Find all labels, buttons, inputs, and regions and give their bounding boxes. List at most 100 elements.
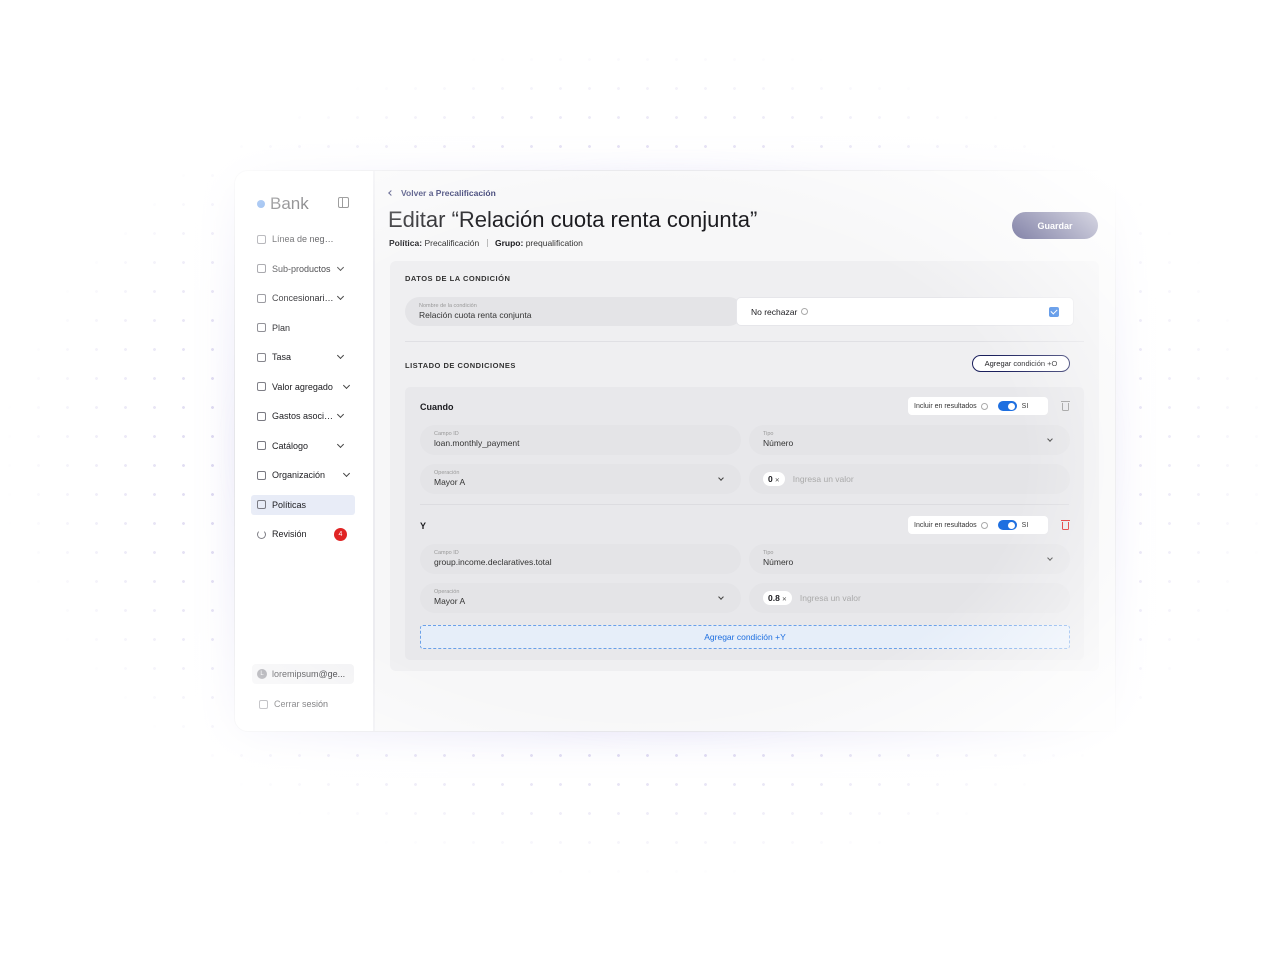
value-input[interactable]: 0.8 ✕ Ingresa un valor: [749, 583, 1070, 613]
app-window: Bank Línea de negocio Sub-productos Conc…: [234, 170, 1116, 732]
value-chip[interactable]: 0.8 ✕: [763, 591, 792, 605]
value-placeholder: Ingresa un valor: [799, 593, 861, 603]
user-email: loremipsum@ge...: [272, 669, 346, 679]
sidebar-item-valor-agregado[interactable]: Valor agregado: [251, 377, 355, 397]
sidebar-item-label: Valor agregado: [272, 381, 333, 392]
add-or-condition-button[interactable]: Agregar condición +O: [972, 355, 1070, 372]
sidebar: Bank Línea de negocio Sub-productos Conc…: [235, 171, 375, 731]
group-label: Grupo:: [495, 238, 524, 248]
policy-icon: [257, 500, 266, 509]
sidebar-item-linea-de-negocio[interactable]: Línea de negocio: [251, 229, 355, 249]
toggle-label: SI: [1021, 402, 1029, 410]
brand-name: Bank: [270, 194, 309, 213]
chevron-down-icon: [336, 410, 345, 419]
sidebar-item-revision[interactable]: Revisión 4: [251, 524, 355, 544]
type-value: Número: [763, 438, 794, 448]
sidebar-item-politicas[interactable]: Políticas: [251, 494, 355, 515]
include-toggle[interactable]: [997, 401, 1017, 411]
field-id-label: Campo ID: [434, 550, 459, 556]
chevron-down-icon: [342, 381, 351, 389]
logout-icon: [259, 699, 268, 709]
sidebar-item-label: Concesionarios: [272, 293, 334, 303]
sidebar-item-label: Sub-productos: [272, 263, 331, 274]
divider: [420, 504, 1069, 505]
include-in-results: Incluir en resultados SI: [908, 516, 1048, 534]
chevron-down-icon: [342, 469, 351, 478]
chip-value: 0.8: [768, 593, 780, 603]
brand-dot-icon: [257, 200, 265, 208]
percent-icon: [257, 352, 266, 362]
chevron-down-icon: [336, 292, 345, 301]
sidebar-item-label: Línea de negocio: [272, 234, 334, 244]
avatar: L: [257, 669, 267, 679]
trash-icon[interactable]: [1061, 401, 1070, 411]
info-icon: [801, 308, 809, 315]
back-link[interactable]: Volver a Precalificación: [388, 188, 496, 198]
no-reject-field: No rechazar: [736, 297, 1074, 326]
value-input[interactable]: 0 ✕ Ingresa un valor: [749, 464, 1070, 494]
sidebar-item-organizacion[interactable]: Organización: [251, 465, 355, 485]
sidebar-item-tasa[interactable]: Tasa: [251, 347, 355, 367]
chevron-down-icon: [336, 351, 345, 360]
include-in-results: Incluir en resultados SI: [908, 397, 1048, 415]
user-menu[interactable]: L loremipsum@ge...: [252, 664, 354, 684]
document-icon: [257, 382, 266, 391]
trash-icon[interactable]: [1061, 520, 1070, 530]
page-title: Editar “Relación cuota renta conjunta”: [388, 207, 758, 232]
no-reject-checkbox[interactable]: [1049, 306, 1059, 317]
include-toggle[interactable]: [997, 520, 1017, 530]
operation-select[interactable]: Operación Mayor A: [420, 464, 741, 494]
add-and-condition-button[interactable]: Agregar condición +Y: [420, 625, 1070, 649]
divider: [405, 341, 1084, 342]
sidebar-item-gastos-asociados[interactable]: Gastos asociados: [251, 406, 355, 426]
folder-icon: [257, 441, 266, 450]
condition-heading-when: Cuando: [420, 402, 454, 412]
sidebar-item-label: Plan: [272, 322, 291, 333]
close-icon[interactable]: ✕: [782, 597, 787, 603]
condition-name-label: Nombre de la condición: [419, 303, 477, 309]
type-label: Tipo: [763, 550, 774, 556]
brand: Bank: [235, 193, 373, 215]
operation-value: Mayor A: [434, 477, 466, 487]
close-icon[interactable]: ✕: [775, 478, 780, 484]
sidebar-item-label: Tasa: [272, 352, 292, 362]
logout-button[interactable]: Cerrar sesión: [259, 699, 328, 709]
type-label: Tipo: [763, 431, 774, 437]
chevron-down-icon: [336, 440, 345, 448]
divider: [486, 239, 488, 247]
sidebar-item-plan[interactable]: Plan: [251, 318, 355, 338]
notification-badge: 4: [334, 527, 347, 541]
collapse-sidebar-icon[interactable]: [338, 197, 349, 208]
condition-data-title: DATOS DE LA CONDICIÓN: [405, 274, 511, 283]
sidebar-item-label: Gastos asociados: [272, 411, 334, 421]
chevron-left-icon: [388, 190, 394, 196]
operation-label: Operación: [434, 589, 460, 595]
type-select[interactable]: Tipo Número: [749, 425, 1070, 455]
type-value: Número: [763, 557, 794, 567]
field-id-value: group.income.declaratives.total: [434, 557, 552, 567]
refresh-icon: [257, 529, 266, 539]
sidebar-item-concesionarios[interactable]: Concesionarios: [251, 288, 355, 308]
condition-name-field[interactable]: Nombre de la condición Relación cuota re…: [405, 297, 743, 326]
value-chip[interactable]: 0 ✕: [763, 472, 785, 486]
operation-select[interactable]: Operación Mayor A: [420, 583, 741, 613]
chevron-down-icon: [336, 263, 345, 271]
field-id-label: Campo ID: [434, 431, 459, 437]
main-content: Volver a Precalificación Editar “Relació…: [375, 171, 1115, 731]
field-id-input[interactable]: Campo ID loan.monthly_payment: [420, 425, 741, 455]
sidebar-item-catalogo[interactable]: Catálogo: [251, 436, 355, 456]
operation-value: Mayor A: [434, 596, 466, 606]
condition-panel: DATOS DE LA CONDICIÓN Nombre de la condi…: [390, 261, 1099, 671]
operation-label: Operación: [434, 470, 460, 476]
building-icon: [257, 470, 266, 480]
group-value: prequalification: [525, 238, 583, 248]
save-button[interactable]: Guardar: [1012, 212, 1098, 239]
type-select[interactable]: Tipo Número: [749, 544, 1070, 574]
include-label: Incluir en resultados: [914, 402, 977, 410]
sidebar-item-sub-productos[interactable]: Sub-productos: [251, 259, 355, 279]
info-icon: [980, 402, 988, 410]
policy-value: Precalificación: [424, 238, 480, 248]
page-subtitle: Política: Precalificación Grupo: prequal…: [389, 238, 583, 248]
field-id-input[interactable]: Campo ID group.income.declaratives.total: [420, 544, 741, 574]
sidebar-item-label: Revisión: [272, 529, 307, 539]
